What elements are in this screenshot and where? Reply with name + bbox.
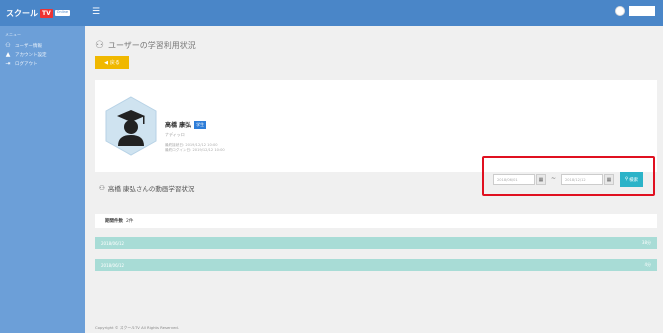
row-date: 2018/06/12 — [101, 262, 125, 268]
search-label: 検索 — [629, 177, 639, 183]
user-menu[interactable] — [615, 6, 655, 16]
back-button[interactable]: ◀ 戻る — [95, 56, 129, 69]
logout-icon: ⇥ — [5, 60, 11, 67]
calendar-icon[interactable]: ▦ — [604, 174, 614, 185]
section-title: ⚇ 高橋 康弘さんの動画学習状況 — [99, 183, 194, 193]
user-icon: ⚇ — [95, 40, 104, 51]
sidebar: メニュー ⚇ ユーザー情報 ▲ アカウント設定 ⇥ ログアウト — [0, 26, 85, 333]
back-arrow-icon: ◀ — [104, 59, 108, 66]
app-logo[interactable]: スクール TV Online — [6, 6, 71, 20]
list-item[interactable]: 2018/06/12 38分 — [95, 237, 657, 249]
user-icon: ⚇ — [5, 42, 11, 49]
sidebar-item-account-settings[interactable]: ▲ アカウント設定 — [0, 50, 85, 59]
main-content: ⚇ ユーザーの学習利用状況 ◀ 戻る 高橋 康弘 学生 ナディッロ 最終接続日:… — [85, 26, 663, 333]
row-date: 2018/06/12 — [101, 240, 125, 246]
date-from-input[interactable]: 2018/06/01 — [493, 174, 535, 185]
profile-sub: ナディッロ — [165, 132, 185, 137]
date-to-input[interactable]: 2018/12/12 — [561, 174, 603, 185]
settings-icon: ▲ — [5, 51, 11, 58]
top-bar: スクール TV Online ☰ — [0, 0, 663, 26]
calendar-icon[interactable]: ▦ — [536, 174, 546, 185]
sidebar-item-label: ユーザー情報 — [15, 43, 42, 49]
list-header: 期間件数 2件 — [95, 214, 657, 228]
hamburger-icon[interactable]: ☰ — [92, 8, 100, 17]
history-list: 期間件数 2件 2018/06/12 38分 2018/06/12 4分 — [95, 214, 657, 271]
graduate-avatar-icon — [105, 96, 157, 156]
sidebar-item-user-info[interactable]: ⚇ ユーザー情報 — [0, 41, 85, 50]
date-separator: ~ — [551, 175, 557, 182]
sidebar-item-logout[interactable]: ⇥ ログアウト — [0, 59, 85, 68]
page-title: ⚇ ユーザーの学習利用状況 — [95, 40, 196, 51]
user-name-box[interactable] — [629, 6, 655, 16]
logo-sub: Online — [54, 10, 71, 16]
search-button[interactable]: ⚲ 検索 — [620, 172, 643, 187]
section-title-text: 高橋 康弘さんの動画学習状況 — [107, 185, 195, 193]
page-title-text: ユーザーの学習利用状況 — [107, 41, 196, 50]
profile-info: 高橋 康弘 学生 ナディッロ 最終接続日: 2019/12/12 10:00 最… — [165, 120, 225, 153]
logo-text: スクール — [6, 8, 38, 18]
avatar[interactable] — [615, 6, 625, 16]
logo-tv: TV — [40, 8, 53, 18]
row-value: 38分 — [641, 240, 651, 245]
row-value: 4分 — [644, 262, 651, 267]
count-label: 期間件数 — [105, 219, 123, 224]
profile-name: 高橋 康弘 — [165, 122, 192, 129]
profile-meta: 最終接続日: 2019/12/12 10:00 最終ログイン日: 2019/12… — [165, 143, 225, 153]
profile-meta-line: 最終ログイン日: 2019/12/12 10:00 — [165, 148, 225, 152]
sidebar-item-label: アカウント設定 — [15, 52, 47, 58]
sidebar-heading: メニュー — [5, 32, 21, 37]
sidebar-item-label: ログアウト — [15, 61, 38, 67]
count-value: 2件 — [126, 219, 134, 224]
status-badge: 学生 — [194, 120, 207, 129]
user-icon: ⚇ — [99, 184, 105, 192]
back-label: 戻る — [109, 60, 120, 66]
search-icon: ⚲ — [624, 177, 629, 182]
footer: Copyright © スクールTV All Rights Reserved. — [95, 325, 180, 330]
list-item[interactable]: 2018/06/12 4分 — [95, 259, 657, 271]
